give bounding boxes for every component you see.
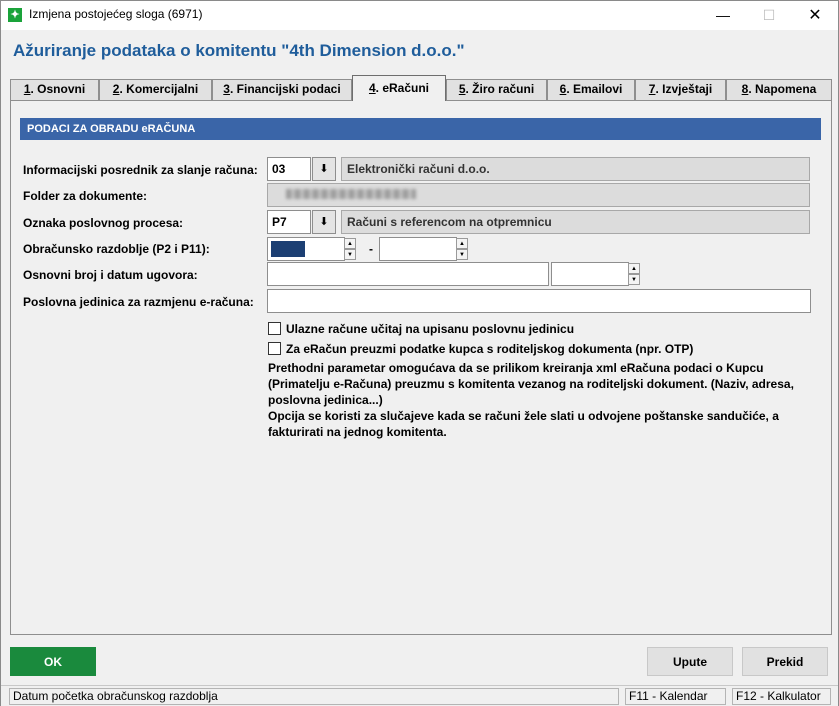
spin-down-icon[interactable]: ▼ <box>344 249 356 260</box>
tab-number: 5 <box>458 82 466 96</box>
ok-button[interactable]: OK <box>10 647 96 676</box>
description-text: Prethodni parametar omogućava da se pril… <box>268 360 808 440</box>
checkbox-box[interactable] <box>268 322 281 335</box>
ugovor-date-spinner[interactable]: ▲ ▼ <box>628 263 640 285</box>
razdoblje-label: Obračunsko razdoblje (P2 i P11): <box>23 242 210 256</box>
tab-number: 3 <box>223 82 230 96</box>
posrednik-code-input[interactable]: 03 <box>267 157 311 181</box>
tab-bar: 1. Osnovni 2. Komercijalni 3. Financijsk… <box>10 75 832 101</box>
maximize-button[interactable]: ☐ <box>746 1 792 30</box>
spin-down-icon[interactable]: ▼ <box>628 274 640 285</box>
checkbox-label: Ulazne račune učitaj na upisanu poslovnu… <box>286 322 575 336</box>
dialog-window: ✦ Izmjena postojećeg sloga (6971) — ☐ ✕ … <box>0 0 839 706</box>
tab-izvjestaji[interactable]: 7. Izvještaji <box>635 79 726 100</box>
spin-up-icon[interactable]: ▲ <box>628 263 640 274</box>
jedinica-label: Poslovna jedinica za razmjenu e-računa: <box>23 295 254 309</box>
spin-down-icon[interactable]: ▼ <box>456 249 468 260</box>
razdoblje-separator: - <box>369 242 373 256</box>
tab-label: . Izvještaji <box>655 82 713 96</box>
posrednik-name-field: Elektronički računi d.o.o. <box>341 157 810 181</box>
minimize-button[interactable]: — <box>700 1 746 30</box>
description-paragraph-2: Opcija se koristi za slučajeve kada se r… <box>268 409 779 439</box>
tab-number: 1 <box>23 82 31 96</box>
status-f12-kalkulator[interactable]: F12 - Kalkulator <box>732 688 831 705</box>
tab-osnovni[interactable]: 1. Osnovni <box>10 79 99 100</box>
checkbox-roditeljski-dokument[interactable]: Za eRačun preuzmi podatke kupca s rodite… <box>268 342 693 356</box>
download-arrow-icon: ⬇ <box>319 163 329 175</box>
spin-up-icon[interactable]: ▲ <box>344 238 356 249</box>
tab-financijski-podaci[interactable]: 3. Financijski podaci <box>212 79 352 100</box>
page-title: Ažuriranje podataka o komitentu "4th Dim… <box>13 41 465 60</box>
checkbox-ulazne-racune[interactable]: Ulazne račune učitaj na upisanu poslovnu… <box>268 322 574 336</box>
tab-ziro-racuni[interactable]: 5. Žiro računi <box>446 79 547 100</box>
close-button[interactable]: ✕ <box>792 1 838 30</box>
description-paragraph-1: Prethodni parametar omogućava da se pril… <box>268 361 794 407</box>
folder-label: Folder za dokumente: <box>23 189 148 203</box>
focused-selection <box>271 241 305 257</box>
ugovor-number-input[interactable] <box>267 262 549 286</box>
status-message: Datum početka obračunskog razdoblja <box>9 688 619 705</box>
section-header: PODACI ZA OBRADU eRAČUNA <box>20 118 821 140</box>
window-title: Izmjena postojećeg sloga (6971) <box>29 7 203 21</box>
checkbox-box[interactable] <box>268 342 281 355</box>
status-f11-kalendar[interactable]: F11 - Kalendar <box>625 688 726 705</box>
tab-label: . Komercijalni <box>119 82 199 96</box>
spin-up-icon[interactable]: ▲ <box>456 238 468 249</box>
prekid-button[interactable]: Prekid <box>742 647 828 676</box>
tab-label: . eRačuni <box>375 81 430 95</box>
tab-eracuni[interactable]: 4. eRačuni <box>352 75 446 101</box>
posrednik-label: Informacijski posrednik za slanje računa… <box>23 163 258 177</box>
upute-button[interactable]: Upute <box>647 647 733 676</box>
tab-label: . Financijski podaci <box>229 82 341 96</box>
ugovor-label: Osnovni broj i datum ugovora: <box>23 268 198 282</box>
tab-label: . Emailovi <box>566 82 623 96</box>
title-bar: ✦ Izmjena postojećeg sloga (6971) — ☐ ✕ <box>1 1 838 30</box>
razdoblje-from-spinner[interactable]: ▲ ▼ <box>344 238 356 260</box>
razdoblje-to-input[interactable] <box>379 237 457 261</box>
status-bar: Datum početka obračunskog razdoblja F11 … <box>1 685 838 706</box>
tab-label: . Osnovni <box>30 82 86 96</box>
razdoblje-from-input[interactable] <box>267 237 345 261</box>
checkbox-label: Za eRačun preuzmi podatke kupca s rodite… <box>286 342 694 356</box>
tab-number: 4 <box>368 81 376 95</box>
posrednik-dropdown-button[interactable]: ⬇ <box>312 157 336 181</box>
ugovor-date-input[interactable] <box>551 262 629 286</box>
tab-napomena[interactable]: 8. Napomena <box>726 79 832 100</box>
tab-label: . Žiro računi <box>465 82 535 96</box>
app-icon: ✦ <box>8 8 22 22</box>
razdoblje-to-spinner[interactable]: ▲ ▼ <box>456 238 468 260</box>
tab-label: . Napomena <box>748 82 817 96</box>
tab-komercijalni[interactable]: 2. Komercijalni <box>99 79 212 100</box>
download-arrow-icon: ⬇ <box>319 216 329 228</box>
proces-name-field: Računi s referencom na otpremnicu <box>341 210 810 234</box>
proces-dropdown-button[interactable]: ⬇ <box>312 210 336 234</box>
proces-code-input[interactable]: P7 <box>267 210 311 234</box>
proces-label: Oznaka poslovnog procesa: <box>23 216 184 230</box>
jedinica-input[interactable] <box>267 289 811 313</box>
tab-emailovi[interactable]: 6. Emailovi <box>547 79 635 100</box>
redacted-path <box>286 189 416 199</box>
